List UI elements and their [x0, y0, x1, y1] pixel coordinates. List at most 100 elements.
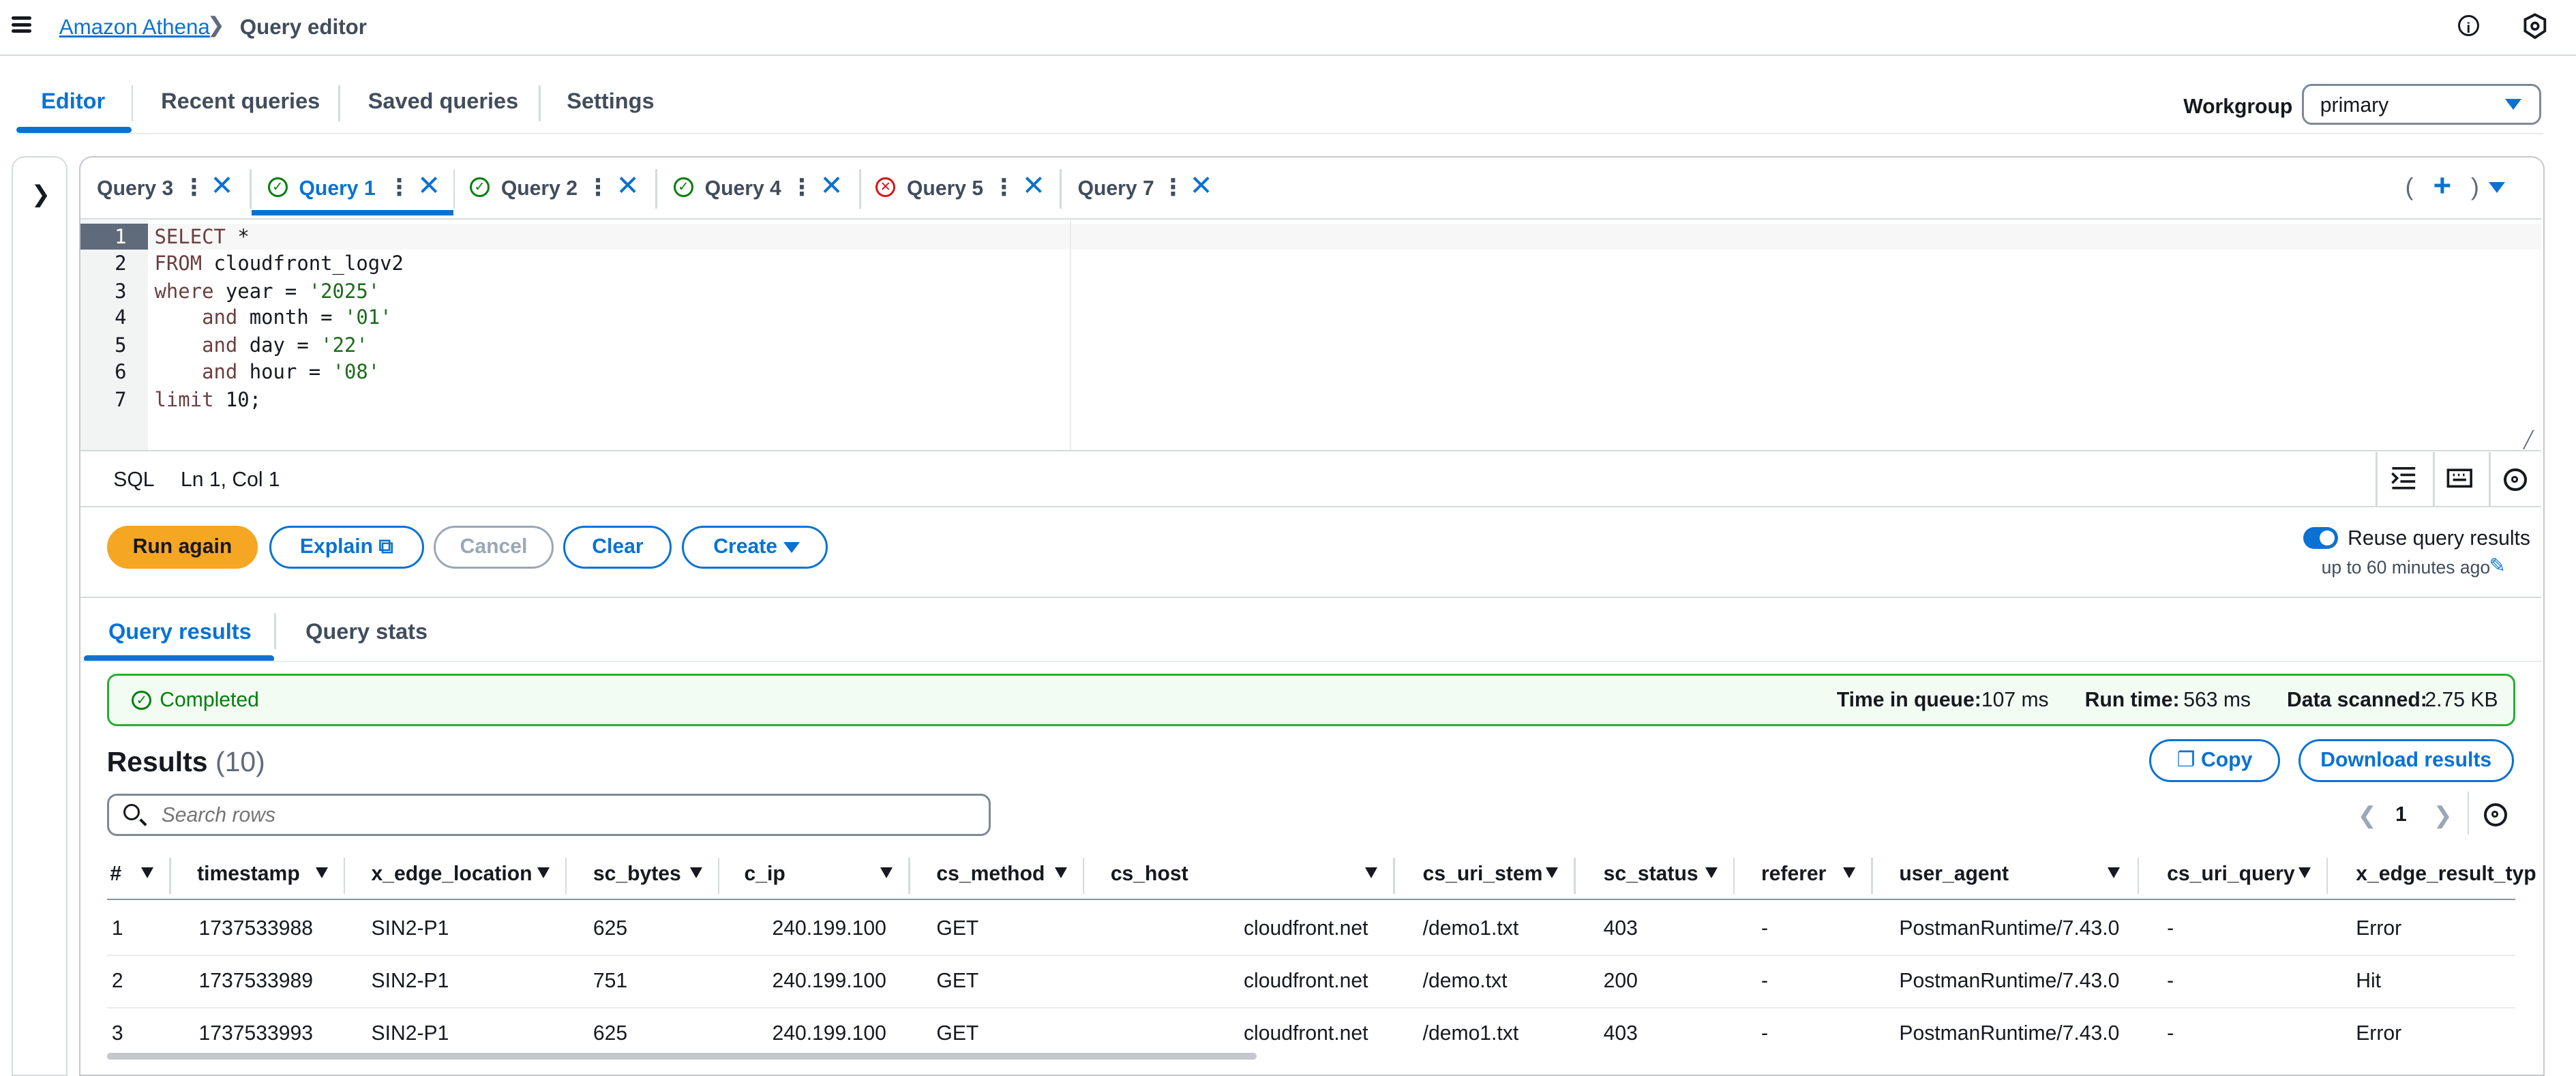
scroll-right-icon[interactable]: ) [2471, 173, 2479, 201]
query-tab[interactable]: ✕ Query 5 ⋮ ✕ [861, 160, 1062, 219]
more-options-icon[interactable]: ⋮ [1162, 174, 1185, 201]
line-number: 7 [115, 387, 127, 411]
more-options-icon[interactable]: ⋮ [182, 174, 205, 201]
column-header[interactable]: timestamp [197, 863, 300, 886]
column-divider[interactable] [2326, 857, 2328, 894]
expand-panel-icon[interactable]: ❯ [31, 181, 50, 208]
close-icon[interactable]: ✕ [417, 169, 440, 202]
breadcrumb-root-link[interactable]: Amazon Athena [59, 15, 210, 40]
code-token: where [154, 279, 214, 303]
page-number[interactable]: 1 [2395, 803, 2407, 826]
search-rows[interactable] [106, 793, 991, 837]
edit-icon[interactable]: ✎ [2489, 554, 2505, 578]
reuse-results-toggle[interactable] [2303, 527, 2338, 549]
scroll-left-icon[interactable]: ( [2406, 173, 2414, 201]
tab-query-results[interactable]: Query results [108, 619, 252, 644]
close-icon[interactable]: ✕ [820, 169, 843, 202]
editor-settings-gear-icon[interactable] [2504, 468, 2527, 492]
search-input[interactable] [158, 802, 954, 829]
download-results-button[interactable]: Download results [2298, 739, 2514, 782]
keyboard-icon[interactable] [2446, 465, 2473, 492]
cancel-button[interactable]: Cancel [434, 526, 554, 569]
column-header[interactable]: cs_method [936, 863, 1045, 886]
column-divider[interactable] [343, 857, 345, 894]
column-divider[interactable] [1574, 857, 1576, 894]
sort-caret-icon[interactable] [1054, 867, 1067, 878]
line-number: 3 [115, 279, 127, 303]
sort-caret-icon[interactable] [537, 867, 550, 878]
clear-button[interactable]: Clear [563, 526, 672, 569]
more-options-icon[interactable]: ⋮ [992, 174, 1015, 201]
explain-button[interactable]: Explain ⧉ [269, 526, 424, 569]
sort-caret-icon[interactable] [1365, 867, 1378, 878]
sort-caret-icon[interactable] [880, 867, 893, 878]
column-divider[interactable] [908, 857, 910, 894]
query-tab[interactable]: Query 7 ⋮ ✕ [1062, 160, 1242, 219]
run-again-button[interactable]: Run again [106, 526, 258, 569]
copy-button[interactable]: ❐ Copy [2148, 739, 2281, 782]
column-divider[interactable] [2137, 857, 2140, 894]
tab-query-stats[interactable]: Query stats [305, 619, 428, 644]
query-tab[interactable]: ✓ Query 2 ⋮ ✕ [455, 160, 657, 219]
tab-editor[interactable]: Editor [41, 89, 105, 114]
close-icon[interactable]: ✕ [1022, 169, 1045, 202]
column-divider[interactable] [1393, 857, 1395, 894]
query-tab[interactable]: ✓ Query 4 ⋮ ✕ [657, 160, 861, 219]
column-header[interactable]: # [110, 863, 121, 886]
more-options-icon[interactable]: ⋮ [388, 174, 411, 201]
resize-handle-icon[interactable]: ╱ [2523, 430, 2534, 450]
sort-caret-icon[interactable] [1705, 867, 1718, 878]
column-header[interactable]: referer [1761, 863, 1826, 886]
format-indent-icon[interactable] [2391, 465, 2417, 492]
column-divider[interactable] [717, 857, 720, 894]
sort-caret-icon[interactable] [2108, 867, 2121, 878]
settings-shield-icon[interactable] [2523, 13, 2547, 40]
table-settings-gear-icon[interactable] [2484, 803, 2507, 826]
column-header[interactable]: x_edge_location [372, 863, 533, 886]
column-header[interactable]: cs_uri_stem [1423, 863, 1543, 886]
info-icon[interactable]: i [2457, 14, 2479, 36]
column-divider[interactable] [169, 857, 171, 894]
code-token: cloudfront_logv2 [213, 251, 404, 275]
create-button[interactable]: Create [681, 526, 828, 569]
close-icon[interactable]: ✕ [1189, 169, 1212, 202]
column-divider[interactable] [1871, 857, 1873, 894]
more-options-icon[interactable]: ⋮ [586, 174, 610, 201]
tab-saved-queries[interactable]: Saved queries [368, 89, 519, 114]
tab-settings[interactable]: Settings [567, 89, 654, 114]
close-icon[interactable]: ✕ [616, 169, 640, 202]
column-header[interactable]: x_edge_result_typ [2356, 863, 2536, 886]
menu-icon[interactable] [11, 16, 31, 33]
sort-caret-icon[interactable] [689, 867, 702, 878]
data-scanned-label: Data scanned: [2287, 688, 2427, 711]
table-cell: Hit [2356, 969, 2382, 992]
sql-editor[interactable]: 1 2 3 4 5 6 7 SELECT * FROM cloudfront_l… [80, 220, 2542, 452]
table-cell: /demo1.txt [1422, 916, 1519, 940]
column-divider[interactable] [1082, 857, 1085, 894]
previous-page-icon[interactable]: ❮ [2358, 802, 2377, 829]
tab-recent-queries[interactable]: Recent queries [161, 89, 320, 114]
query-tab[interactable]: Query 3 ⋮ ✕ [80, 160, 252, 219]
sort-caret-icon[interactable] [2298, 867, 2311, 878]
next-page-icon[interactable]: ❯ [2433, 802, 2452, 829]
explain-label: Explain [299, 535, 373, 558]
column-header[interactable]: sc_status [1604, 863, 1698, 886]
sort-caret-icon[interactable] [1843, 867, 1856, 878]
sort-caret-icon[interactable] [1546, 867, 1559, 878]
column-header[interactable]: cs_host [1111, 863, 1188, 886]
table-cell: SIN2-P1 [371, 969, 449, 992]
tabs-menu-caret-icon[interactable] [2489, 182, 2506, 193]
horizontal-scrollbar[interactable] [106, 1053, 1257, 1060]
column-header[interactable]: sc_bytes [593, 863, 681, 886]
close-icon[interactable]: ✕ [210, 169, 233, 202]
column-divider[interactable] [565, 857, 567, 894]
column-divider[interactable] [1733, 857, 1735, 894]
sort-caret-icon[interactable] [315, 867, 328, 878]
code-token: * [237, 225, 250, 249]
more-options-icon[interactable]: ⋮ [790, 174, 813, 201]
sort-caret-icon[interactable] [141, 867, 154, 878]
column-header[interactable]: cs_uri_query [2167, 863, 2294, 886]
add-tab-icon[interactable]: + [2433, 168, 2451, 203]
column-header[interactable]: user_agent [1899, 863, 2009, 886]
column-header[interactable]: c_ip [745, 863, 785, 886]
